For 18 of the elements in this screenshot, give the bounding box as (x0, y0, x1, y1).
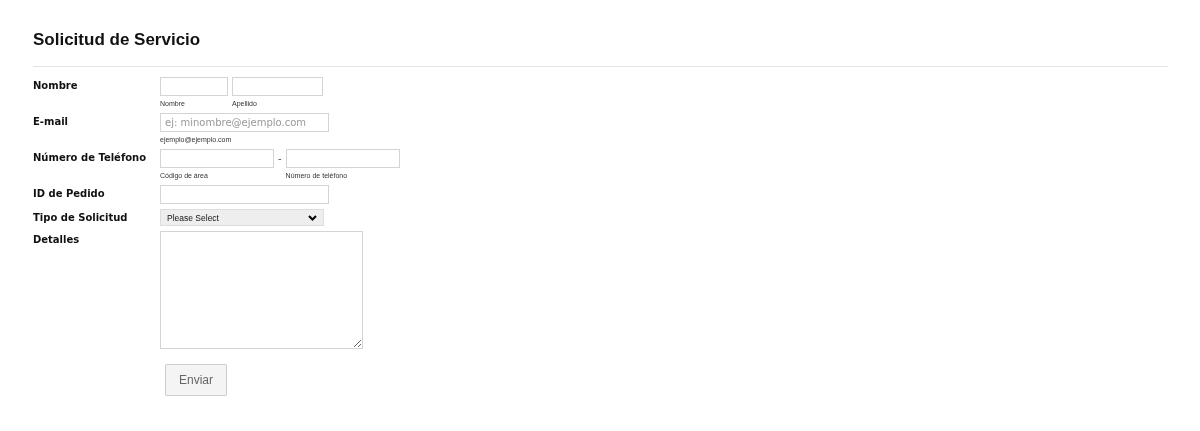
text-area[interactable] (160, 231, 363, 349)
input-field[interactable]: ej: minombre@ejemplo.com (160, 113, 329, 132)
input-field[interactable] (285, 149, 400, 168)
submit-button[interactable]: Enviar (165, 364, 227, 396)
field-label: Nombre (33, 79, 79, 91)
field-label: Tipo de Solicitud (33, 211, 129, 223)
chevron-down-icon (308, 214, 317, 221)
field-label: Número de Teléfono (33, 151, 148, 163)
input-field[interactable] (160, 77, 228, 96)
dropdown-select[interactable]: Please Select (160, 209, 324, 226)
input-field[interactable] (232, 77, 323, 96)
field-label: E-mail (33, 115, 69, 127)
form-title: Solicitud de Servicio (33, 30, 202, 50)
input-field[interactable] (160, 185, 329, 204)
input-field[interactable] (160, 149, 274, 168)
field-label: Detalles (33, 233, 81, 245)
separator-dash: - (278, 152, 282, 164)
field-label: ID de Pedido (33, 187, 106, 199)
